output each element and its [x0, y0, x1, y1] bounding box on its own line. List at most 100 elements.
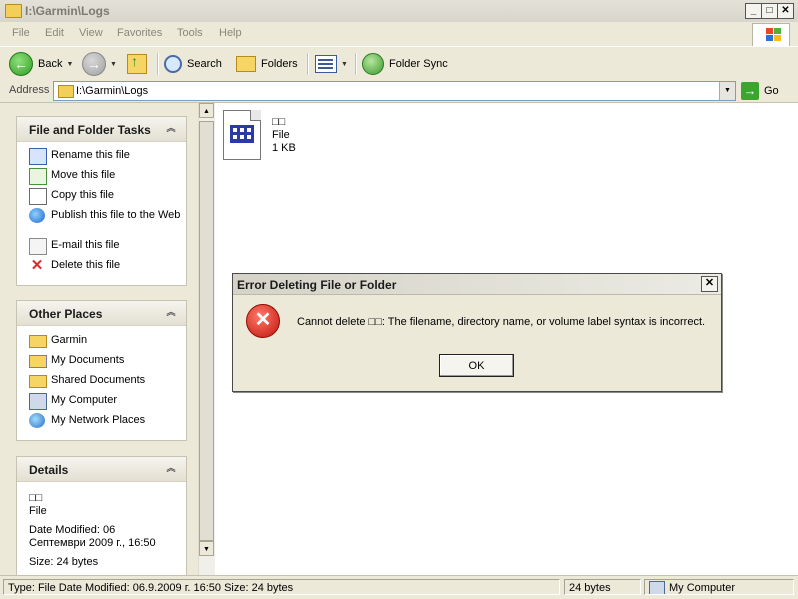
back-button[interactable]: ← Back ▼	[9, 52, 73, 76]
views-button[interactable]: ▼	[315, 52, 348, 76]
menu-favorites[interactable]: Favorites	[117, 27, 162, 39]
file-name: □□	[272, 116, 286, 128]
copy-file-link[interactable]: Copy this file	[17, 186, 186, 206]
place-garmin[interactable]: Garmin	[17, 331, 186, 351]
panel-header[interactable]: Details ︽	[17, 457, 186, 482]
details-modified: Date Modified: 06 Септември 2009 г., 16:…	[29, 524, 156, 549]
ok-button[interactable]: OK	[439, 354, 514, 377]
scroll-down-button[interactable]: ▼	[199, 541, 214, 556]
place-my-documents[interactable]: My Documents	[17, 351, 186, 371]
rename-icon	[29, 148, 47, 165]
move-icon	[29, 168, 47, 185]
computer-icon	[29, 393, 47, 410]
toolbar: ← Back ▼ → ▼ ↑ Search Folders ▼ Folder S…	[0, 46, 798, 82]
folder-icon	[29, 335, 47, 348]
up-folder-button[interactable]: ↑	[127, 52, 147, 76]
menu-file[interactable]: File	[12, 27, 30, 39]
window-title: I:\Garmin\Logs	[25, 4, 110, 18]
toolbar-separator	[157, 53, 159, 75]
forward-arrow-icon: →	[82, 52, 106, 76]
address-dropdown-button[interactable]: ▼	[719, 82, 735, 100]
status-zone: My Computer	[644, 579, 794, 595]
scroll-thumb[interactable]	[199, 121, 214, 541]
toolbar-separator	[307, 53, 309, 75]
collapse-icon[interactable]: ︽	[164, 462, 178, 476]
details-size: Size: 24 bytes	[29, 556, 99, 568]
dialog-title-bar: Error Deleting File or Folder ✕	[233, 274, 721, 295]
my-documents-icon	[29, 355, 47, 368]
menu-tools[interactable]: Tools	[177, 27, 203, 39]
sync-icon	[362, 53, 384, 75]
scroll-up-button[interactable]: ▲	[199, 103, 214, 118]
globe-icon	[29, 208, 45, 223]
file-item[interactable]: □□ File 1 KB	[223, 108, 313, 168]
panel-header[interactable]: Other Places ︽	[17, 301, 186, 326]
rename-file-link[interactable]: Rename this file	[17, 146, 186, 166]
menu-help[interactable]: Help	[219, 27, 242, 39]
collapse-icon[interactable]: ︽	[164, 122, 178, 136]
other-places-panel: Other Places ︽ Garmin My Documents Share…	[16, 300, 187, 441]
delete-x-icon: ✕	[30, 257, 44, 274]
shared-folder-icon	[29, 375, 47, 388]
copy-icon	[29, 188, 47, 205]
menu-edit[interactable]: Edit	[45, 27, 64, 39]
task-pane: File and Folder Tasks ︽ Rename this file…	[0, 103, 198, 575]
folder-sync-button[interactable]: Folder Sync	[362, 52, 448, 76]
file-size: 1 KB	[272, 142, 296, 154]
collapse-icon[interactable]: ︽	[164, 306, 178, 320]
place-shared-documents[interactable]: Shared Documents	[17, 371, 186, 391]
menu-view[interactable]: View	[79, 27, 103, 39]
task-pane-scrollbar[interactable]: ▲ ▼	[198, 103, 215, 575]
status-bar: Type: File Date Modified: 06.9.2009 г. 1…	[0, 575, 798, 599]
email-file-link[interactable]: E-mail this file	[17, 236, 186, 256]
address-label: Address	[9, 84, 50, 96]
status-info: Type: File Date Modified: 06.9.2009 г. 1…	[3, 579, 560, 595]
network-icon	[29, 413, 45, 428]
file-type: File	[272, 129, 290, 141]
dialog-title: Error Deleting File or Folder	[237, 278, 397, 292]
details-name: □□	[29, 492, 43, 504]
views-icon	[315, 55, 337, 73]
forward-button[interactable]: → ▼	[82, 52, 117, 76]
file-icon	[223, 110, 261, 160]
go-arrow-icon: →	[741, 82, 759, 100]
search-icon	[164, 55, 182, 73]
move-file-link[interactable]: Move this file	[17, 166, 186, 186]
publish-file-link[interactable]: Publish this file to the Web	[17, 206, 186, 236]
windows-logo	[752, 23, 790, 47]
address-path: I:\Garmin\Logs	[76, 85, 149, 97]
chevron-down-icon: ▼	[66, 60, 74, 68]
email-icon	[29, 238, 47, 255]
panel-header[interactable]: File and Folder Tasks ︽	[17, 117, 186, 142]
file-folder-tasks-panel: File and Folder Tasks ︽ Rename this file…	[16, 116, 187, 286]
computer-icon	[649, 581, 665, 594]
go-button[interactable]: → Go	[741, 81, 779, 101]
error-icon: ✕	[246, 304, 280, 338]
maximize-button[interactable]: □	[761, 3, 778, 19]
menu-bar: File Edit View Favorites Tools Help	[0, 22, 798, 47]
search-button[interactable]: Search	[164, 52, 222, 76]
toolbar-separator	[355, 53, 357, 75]
folder-icon	[5, 4, 22, 18]
dialog-close-button[interactable]: ✕	[701, 276, 718, 292]
delete-file-link[interactable]: ✕ Delete this file	[17, 256, 186, 276]
folder-icon	[58, 85, 74, 98]
address-bar: Address I:\Garmin\Logs ▼ → Go	[0, 80, 798, 103]
chevron-down-icon: ▼	[341, 60, 348, 68]
address-input[interactable]: I:\Garmin\Logs ▼	[53, 81, 736, 101]
back-arrow-icon: ←	[9, 52, 33, 76]
place-my-computer[interactable]: My Computer	[17, 391, 186, 411]
chevron-down-icon: ▼	[110, 60, 117, 68]
minimize-button[interactable]: _	[745, 3, 762, 19]
dialog-message: Cannot delete □□: The filename, director…	[297, 316, 706, 328]
place-my-network-places[interactable]: My Network Places	[17, 411, 186, 431]
folders-button[interactable]: Folders	[236, 52, 298, 76]
details-panel: Details ︽ □□ File Date Modified: 06 Септ…	[16, 456, 187, 575]
details-type: File	[29, 505, 47, 517]
up-folder-icon: ↑	[127, 53, 147, 74]
status-size: 24 bytes	[564, 579, 641, 595]
close-button[interactable]: ✕	[777, 3, 794, 19]
folders-icon	[236, 56, 256, 72]
error-dialog: Error Deleting File or Folder ✕ ✕ Cannot…	[232, 273, 722, 392]
title-bar: I:\Garmin\Logs _ □ ✕	[0, 0, 798, 23]
